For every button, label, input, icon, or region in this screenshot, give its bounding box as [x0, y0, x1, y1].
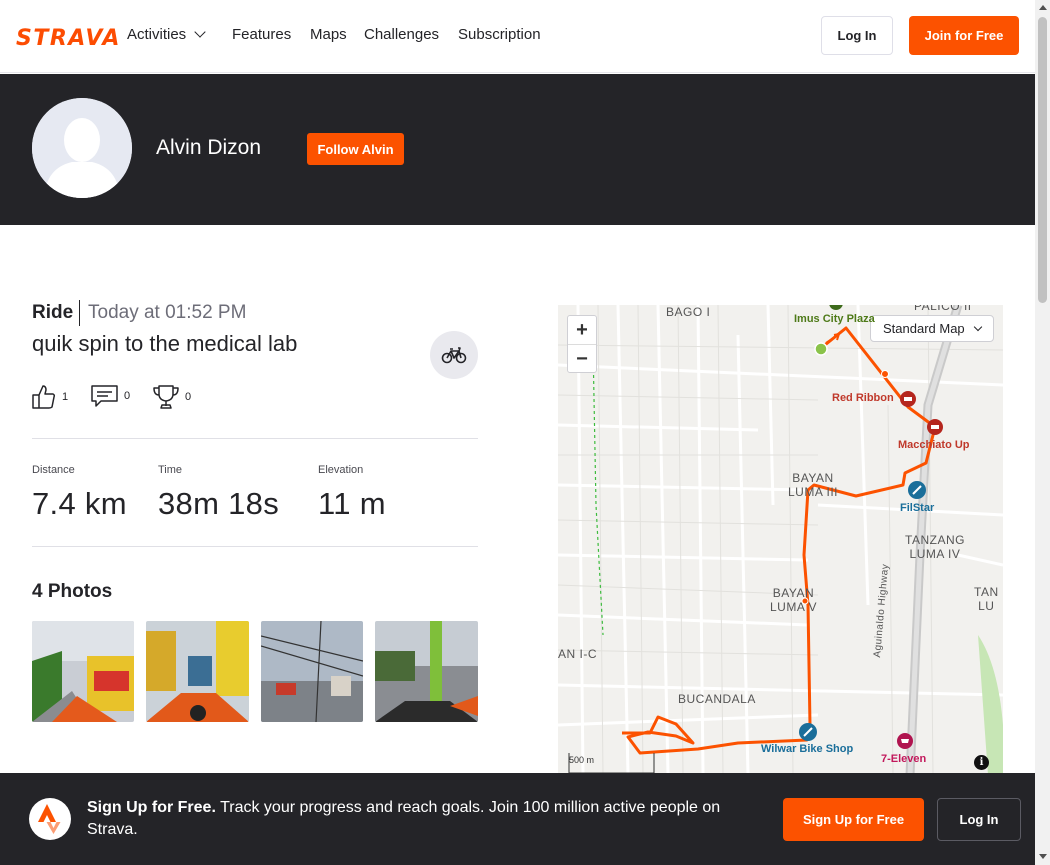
- map-style-select[interactable]: Standard Map: [870, 315, 994, 342]
- chevron-down-icon: [194, 26, 206, 38]
- photo-thumbnail[interactable]: [32, 621, 134, 722]
- poi-label[interactable]: FilStar: [900, 502, 934, 514]
- kudos-button[interactable]: 1: [32, 384, 68, 410]
- profile-banner: Alvin Dizon Follow Alvin: [0, 74, 1035, 225]
- stat-value: 11 m: [318, 486, 386, 521]
- map-area-label: TANZANG LUMA IV: [905, 533, 965, 561]
- nav-item-activities[interactable]: Activities: [127, 26, 206, 43]
- strava-logo-icon: [29, 798, 71, 840]
- zoom-control: + −: [567, 315, 597, 373]
- achievements-button[interactable]: 0: [153, 384, 191, 410]
- avatar[interactable]: [32, 98, 132, 198]
- page-scrollbar[interactable]: [1035, 0, 1050, 865]
- map-area-label: TAN LU: [974, 585, 999, 613]
- photo-thumbnail[interactable]: [261, 621, 363, 722]
- comments-count: 0: [124, 390, 131, 402]
- map-area-label: AN I-C: [558, 647, 597, 661]
- scroll-up-arrow-icon[interactable]: [1039, 5, 1047, 10]
- comments-button[interactable]: 0: [91, 384, 130, 408]
- signup-headline: Sign Up for Free.: [87, 799, 216, 816]
- nav-item-challenges[interactable]: Challenges: [364, 26, 439, 43]
- athlete-name[interactable]: Alvin Dizon: [156, 136, 261, 160]
- bike-icon: [441, 347, 467, 364]
- strava-logo[interactable]: STRAVA: [16, 26, 121, 51]
- map-area-label: BAYAN LUMA III: [788, 471, 839, 499]
- stat-label: Distance: [32, 464, 75, 476]
- stat-time: Time 38m 18s: [158, 464, 279, 522]
- stat-label: Time: [158, 464, 183, 476]
- stat-label: Elevation: [318, 464, 364, 476]
- stat-elevation: Elevation 11 m: [318, 464, 386, 522]
- achievements-count: 0: [185, 391, 192, 403]
- signup-message: Sign Up for Free. Track your progress an…: [87, 797, 757, 841]
- login-button[interactable]: Log In: [821, 16, 893, 55]
- photos-title: 4 Photos: [32, 581, 113, 602]
- top-nav: STRAVA Activities Features Maps Challeng…: [0, 0, 1035, 73]
- nav-item-maps[interactable]: Maps: [310, 26, 347, 43]
- follow-button[interactable]: Follow Alvin: [307, 133, 404, 165]
- zoom-out-button[interactable]: −: [568, 345, 596, 373]
- map-scale: 500 m: [569, 755, 595, 765]
- poi-label[interactable]: 7-Eleven: [881, 753, 926, 765]
- map-area-label: PALICO II: [914, 305, 972, 313]
- activity-time: Today at 01:52 PM: [88, 302, 247, 323]
- footer-login-button[interactable]: Log In: [937, 798, 1021, 841]
- poi-label[interactable]: Wilwar Bike Shop: [761, 743, 853, 755]
- map-area-label: BUCANDALA: [678, 692, 756, 706]
- stat-value: 7.4 km: [32, 486, 127, 521]
- nav-item-features[interactable]: Features: [232, 26, 291, 43]
- map-area-label: BAYAN LUMA V: [770, 586, 818, 614]
- map-area-label: BAGO I: [666, 305, 711, 319]
- sport-badge: [430, 331, 478, 379]
- scroll-down-arrow-icon[interactable]: [1039, 854, 1047, 859]
- stat-distance: Distance 7.4 km: [32, 464, 127, 522]
- kudos-count: 1: [62, 391, 69, 403]
- default-avatar-icon: [32, 98, 132, 198]
- photo-thumbnail[interactable]: [375, 621, 478, 722]
- poi-label[interactable]: Macchiato Up: [898, 439, 970, 451]
- divider: [32, 438, 478, 439]
- info-icon[interactable]: i: [974, 755, 989, 770]
- chevron-down-icon: [973, 322, 983, 332]
- comment-icon: [91, 385, 118, 407]
- footer-signup-button[interactable]: Sign Up for Free: [783, 798, 924, 841]
- photo-thumbnail[interactable]: [146, 621, 249, 722]
- scroll-thumb[interactable]: [1038, 17, 1047, 303]
- signup-footer: Sign Up for Free. Track your progress an…: [0, 773, 1035, 865]
- activity-title: quik spin to the medical lab: [32, 331, 298, 356]
- nav-item-subscription[interactable]: Subscription: [458, 26, 541, 43]
- stat-value: 38m 18s: [158, 486, 279, 521]
- divider: [32, 546, 478, 547]
- divider: [79, 300, 80, 326]
- map-style-value: Standard Map: [883, 321, 965, 336]
- poi-label[interactable]: Imus City Plaza: [794, 313, 875, 325]
- zoom-in-button[interactable]: +: [568, 316, 596, 344]
- poi-label[interactable]: Red Ribbon: [832, 392, 894, 404]
- thumbs-up-icon: [32, 385, 56, 409]
- activity-type: Ride: [32, 302, 74, 323]
- trophy-icon: [153, 385, 179, 409]
- activity-map[interactable]: + − Standard Map BAGO I PALICO II BAYAN …: [558, 305, 1003, 775]
- nav-item-label: Activities: [127, 26, 187, 43]
- join-button[interactable]: Join for Free: [909, 16, 1019, 55]
